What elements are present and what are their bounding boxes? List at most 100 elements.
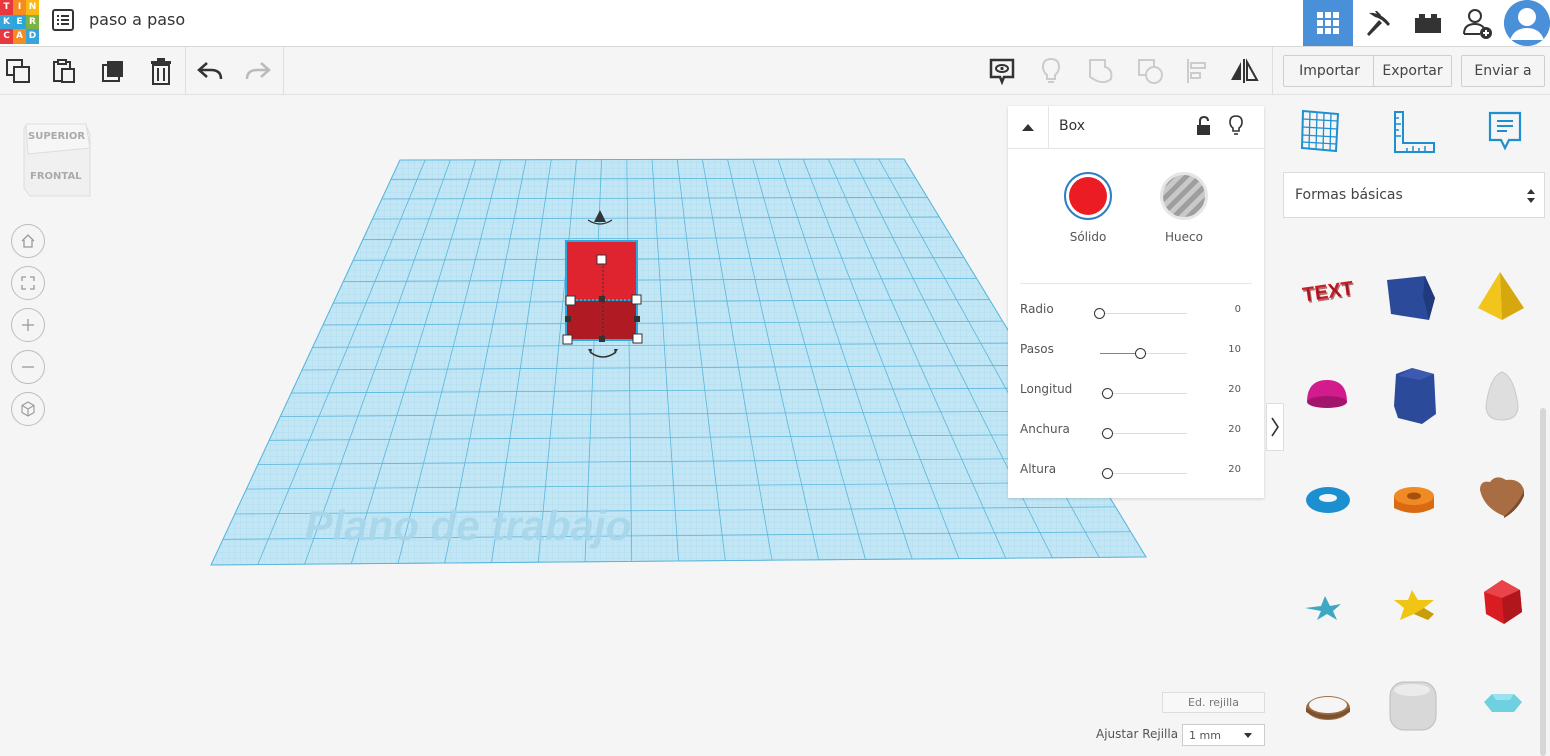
project-list-icon[interactable] (52, 9, 74, 31)
torus-shape[interactable] (1298, 470, 1358, 530)
text-shape[interactable]: TEXT TEXT (1298, 262, 1358, 322)
fit-view-button[interactable] (11, 266, 45, 300)
perspective-cube-icon (21, 401, 35, 417)
param-label: Altura (1020, 462, 1057, 476)
rounded-box-shape[interactable] (1384, 676, 1444, 736)
ring-shape[interactable] (1298, 680, 1358, 740)
shape-name[interactable]: Box (1059, 118, 1085, 134)
home-view-button[interactable] (11, 224, 45, 258)
undo-button[interactable] (194, 55, 226, 87)
show-notes-button[interactable] (986, 55, 1018, 87)
paste-button[interactable] (48, 55, 80, 87)
notes-icon (1488, 111, 1522, 151)
zoom-out-button[interactable] (11, 350, 45, 384)
tinker-tools-button[interactable] (1353, 0, 1403, 46)
inspector-divider (1020, 283, 1252, 284)
slider-track[interactable] (1100, 473, 1187, 474)
grid-view-icon (1317, 12, 1339, 34)
duplicate-button[interactable] (97, 55, 129, 87)
slider-track[interactable] (1100, 433, 1187, 434)
gem-shape[interactable] (1474, 678, 1534, 738)
star-yellow-shape[interactable] (1386, 576, 1446, 636)
param-value[interactable]: 10 (1228, 344, 1241, 355)
logo-letter: A (13, 29, 26, 44)
slider-knob[interactable] (1102, 428, 1113, 439)
slider-track[interactable] (1100, 313, 1187, 314)
mirror-button[interactable] (1228, 55, 1260, 87)
send-to-button[interactable]: Enviar a (1461, 55, 1545, 87)
grid-view-button[interactable] (1303, 0, 1353, 46)
unlock-button[interactable] (1196, 115, 1212, 140)
slider-track[interactable] (1100, 393, 1187, 394)
bricks-button[interactable] (1403, 0, 1453, 46)
user-avatar[interactable] (1504, 0, 1550, 46)
align-button[interactable] (1181, 55, 1213, 87)
solid-color-button[interactable] (1064, 172, 1112, 220)
snap-grid-label: Ajustar Rejilla (1096, 727, 1179, 741)
slider-knob[interactable] (1135, 348, 1146, 359)
snap-grid-select[interactable]: 1 mm (1182, 724, 1265, 746)
collapse-inspector-button[interactable] (1008, 106, 1049, 148)
slider-knob[interactable] (1102, 468, 1113, 479)
group-button[interactable] (1085, 55, 1117, 87)
panel-scrollbar[interactable] (1540, 408, 1546, 756)
copy-button[interactable] (2, 55, 34, 87)
mirror-icon (1231, 58, 1259, 83)
inspector-header: Box (1008, 106, 1264, 149)
half-sphere-shape[interactable] (1299, 368, 1359, 428)
view-cube-front-label[interactable]: FRONTAL (30, 171, 82, 182)
shape-category-select[interactable]: Formas básicas (1283, 172, 1545, 218)
export-button[interactable]: Exportar (1373, 55, 1452, 87)
logo-letter: D (26, 29, 39, 44)
lightbulb-icon (1041, 57, 1061, 83)
redo-button[interactable] (242, 55, 274, 87)
zoom-in-button[interactable] (11, 308, 45, 342)
pyramid-shape[interactable] (1472, 268, 1532, 328)
ruler-tool-button[interactable] (1392, 110, 1436, 158)
chevron-right-icon (1271, 417, 1279, 437)
project-title[interactable]: paso a paso (89, 10, 185, 29)
param-value[interactable]: 0 (1235, 304, 1241, 315)
zoom-out-icon (22, 366, 34, 368)
view-cube-top-label[interactable]: SUPERIOR (28, 131, 85, 142)
tinkercad-logo[interactable]: TINKERCAD (0, 0, 39, 44)
star-shape[interactable] (1299, 578, 1359, 638)
box-shape[interactable] (1383, 270, 1443, 330)
edit-grid-button[interactable]: Ed. rejilla (1162, 692, 1265, 713)
delete-icon (151, 58, 171, 85)
icosahedron-shape[interactable] (1474, 574, 1534, 634)
unlock-icon (1197, 115, 1210, 135)
slider-knob[interactable] (1102, 388, 1113, 399)
notes-tool-button[interactable] (1487, 110, 1523, 158)
perspective-button[interactable] (11, 392, 45, 426)
shape-inspector: Box Sólido Hueco Radio 0 Pasos 10 Longit… (1008, 106, 1264, 498)
lightbulb-button[interactable] (1035, 55, 1067, 87)
select-arrows-icon (1527, 189, 1535, 203)
logo-letter: I (13, 0, 26, 15)
hide-button[interactable] (1228, 115, 1244, 141)
heart-shape[interactable] (1474, 468, 1534, 528)
bricks-icon (1415, 14, 1441, 33)
hole-button[interactable] (1160, 172, 1208, 220)
toolbar-divider (1272, 47, 1273, 94)
param-value[interactable]: 20 (1228, 384, 1241, 395)
collapse-panel-button[interactable] (1266, 403, 1284, 451)
logo-letter: E (13, 14, 26, 30)
slider-knob[interactable] (1094, 308, 1105, 319)
param-value[interactable]: 20 (1228, 424, 1241, 435)
undo-icon (197, 62, 223, 80)
add-user-button[interactable] (1453, 0, 1503, 46)
param-value[interactable]: 20 (1228, 464, 1241, 475)
toolbar-divider (185, 47, 186, 94)
tube-shape[interactable] (1386, 470, 1446, 530)
polygon-shape[interactable] (1386, 366, 1446, 426)
view-cube[interactable]: SUPERIOR FRONTAL (22, 118, 92, 198)
paste-icon (53, 59, 75, 83)
top-header: TINKERCAD paso a paso (0, 0, 1550, 47)
delete-button[interactable] (145, 55, 177, 87)
ungroup-button[interactable] (1134, 55, 1166, 87)
import-button[interactable]: Importar (1283, 55, 1376, 87)
param-height: Altura 20 (1008, 462, 1264, 486)
paraboloid-shape[interactable] (1474, 366, 1534, 426)
workplane-tool-button[interactable] (1300, 108, 1342, 158)
